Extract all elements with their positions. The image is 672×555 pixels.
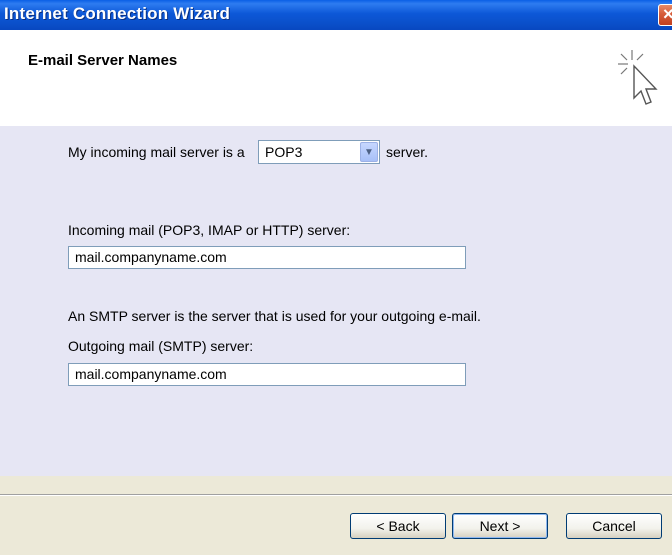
content-area: My incoming mail server is a POP3 ▼ serv… [0,126,672,476]
server-type-value: POP3 [265,144,303,160]
outgoing-server-label: Outgoing mail (SMTP) server: [68,338,254,354]
divider-highlight [0,495,672,496]
incoming-server-input[interactable]: mail.companyname.com [68,246,466,269]
title-bar[interactable]: Internet Connection Wizard × [0,0,672,30]
smtp-description: An SMTP server is the server that is use… [68,308,481,324]
server-type-select[interactable]: POP3 ▼ [258,140,380,164]
incoming-type-prefix: My incoming mail server is a [68,144,245,160]
incoming-type-suffix: server. [386,144,429,160]
outgoing-server-input[interactable]: mail.companyname.com [68,363,466,386]
incoming-server-label: Incoming mail (POP3, IMAP or HTTP) serve… [68,222,351,238]
close-icon: × [663,4,672,24]
chevron-down-icon[interactable]: ▼ [360,142,378,162]
next-button[interactable]: Next > [452,513,548,539]
wizard-pointer-icon [618,50,658,105]
wizard-window: Internet Connection Wizard × E-mail Serv… [0,0,672,555]
window-title: Internet Connection Wizard [4,4,231,23]
page-title: E-mail Server Names [28,52,178,69]
wizard-header: E-mail Server Names [0,30,672,127]
close-button[interactable]: × [658,4,672,26]
cancel-button[interactable]: Cancel [566,513,662,539]
back-button[interactable]: < Back [350,513,446,539]
